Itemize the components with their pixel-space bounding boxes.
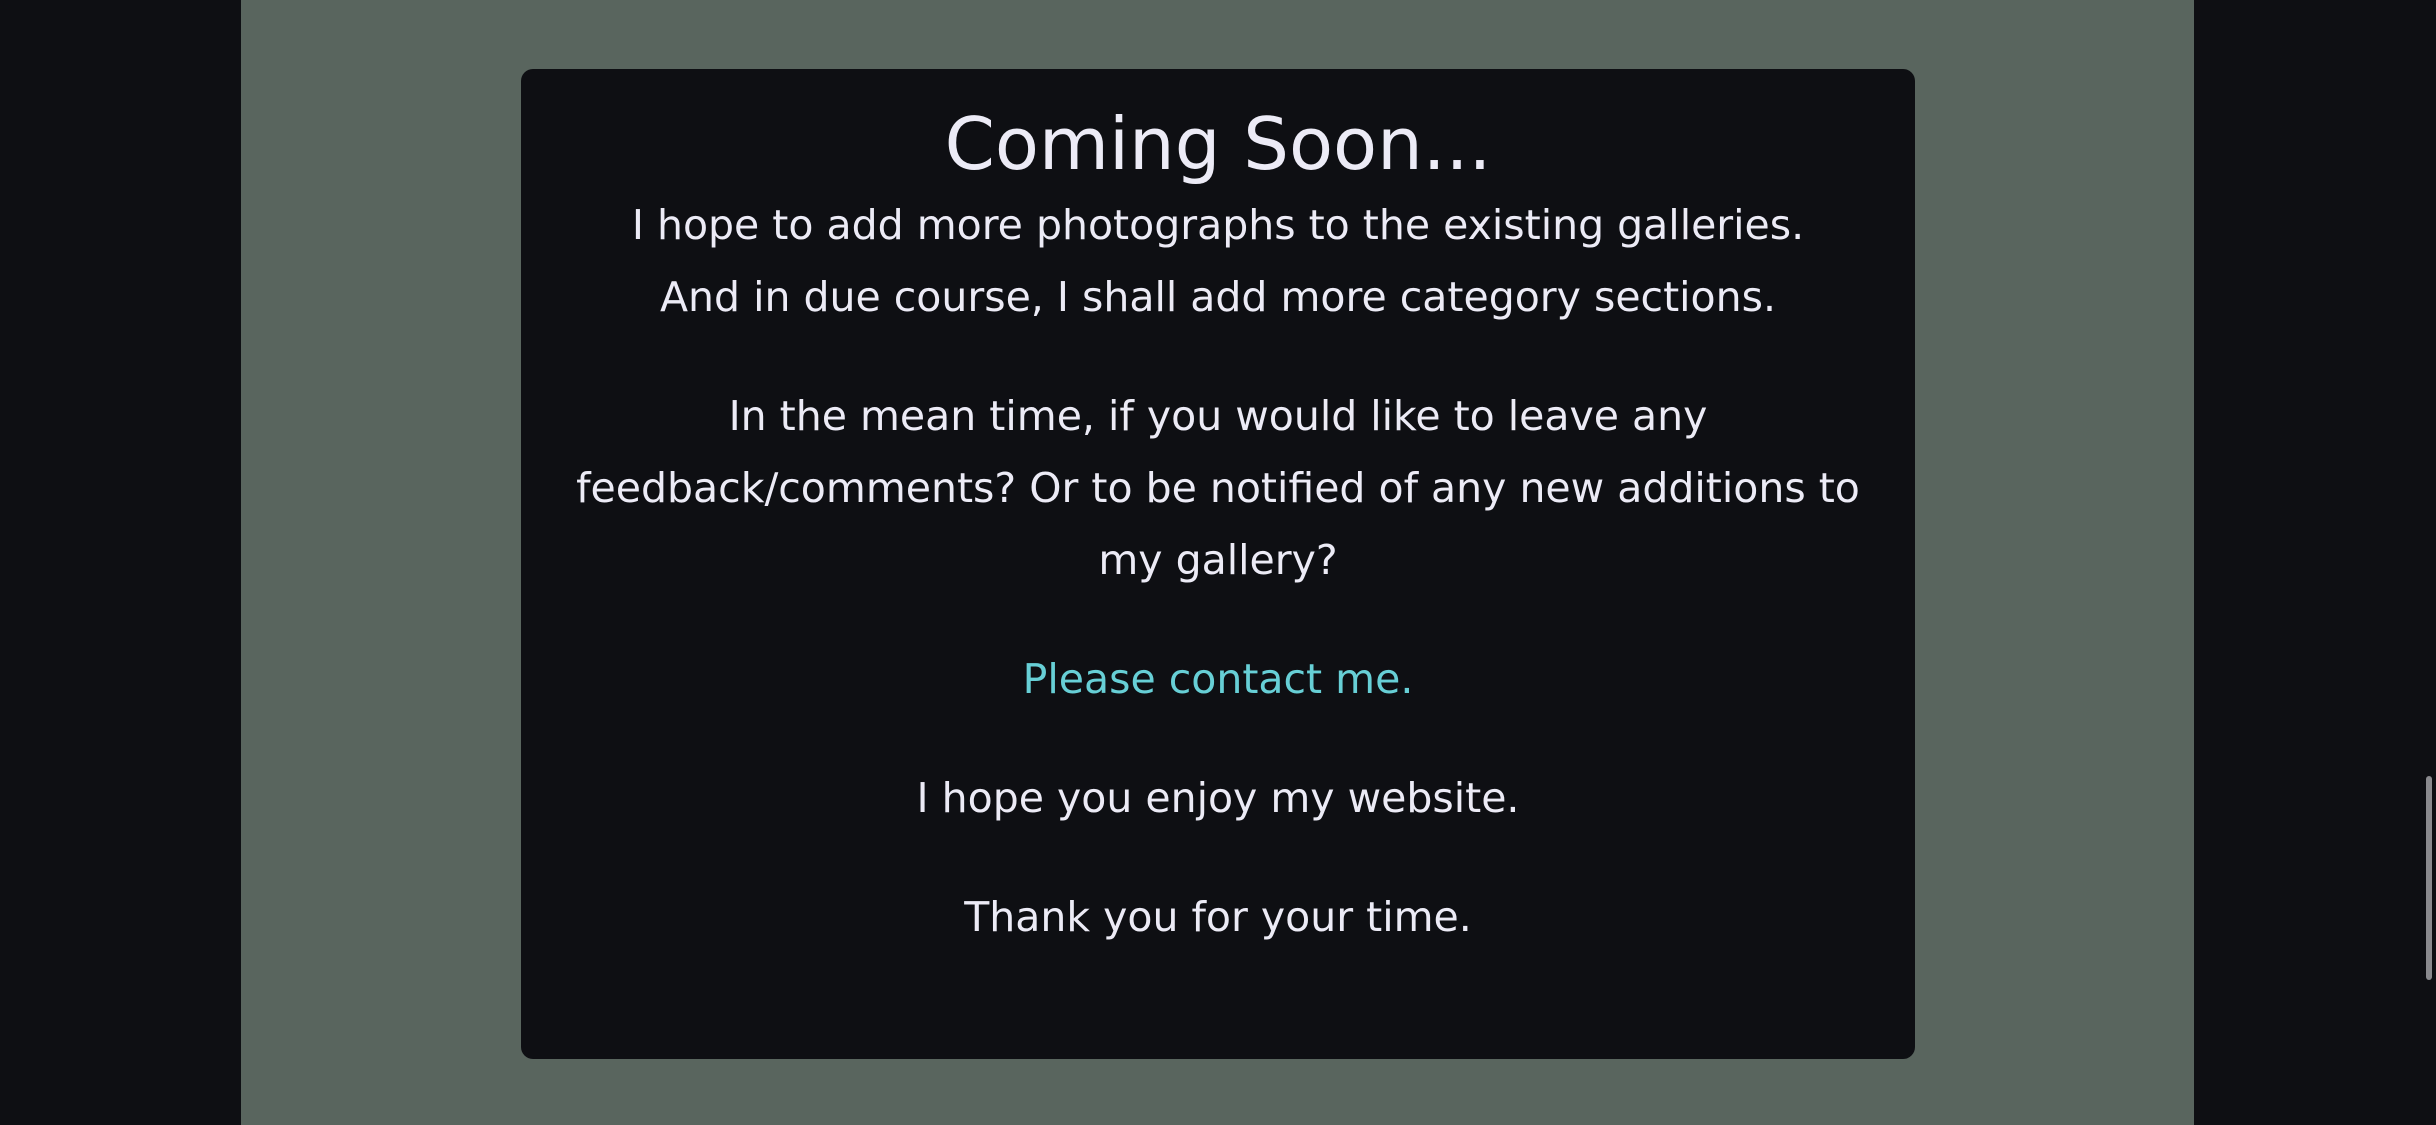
thank-you-paragraph: Thank you for your time. (964, 893, 1472, 941)
content-column: Coming Soon... I hope to add more photog… (241, 0, 2194, 1125)
coming-soon-card: Coming Soon... I hope to add more photog… (521, 69, 1915, 1059)
enjoy-paragraph: I hope you enjoy my website. (916, 774, 1520, 822)
feedback-paragraph: In the mean time, if you would like to l… (576, 392, 1860, 584)
contact-paragraph: Please contact me. (561, 643, 1875, 715)
scrollbar-thumb[interactable] (2426, 776, 2432, 980)
contact-link[interactable]: Please contact me. (1023, 655, 1414, 703)
card-heading: Coming Soon... (944, 102, 1492, 186)
page-viewport: Coming Soon... I hope to add more photog… (0, 0, 2436, 1125)
vertical-scrollbar[interactable] (2422, 0, 2436, 1125)
gallery-update-paragraph: I hope to add more photographs to the ex… (631, 201, 1805, 321)
